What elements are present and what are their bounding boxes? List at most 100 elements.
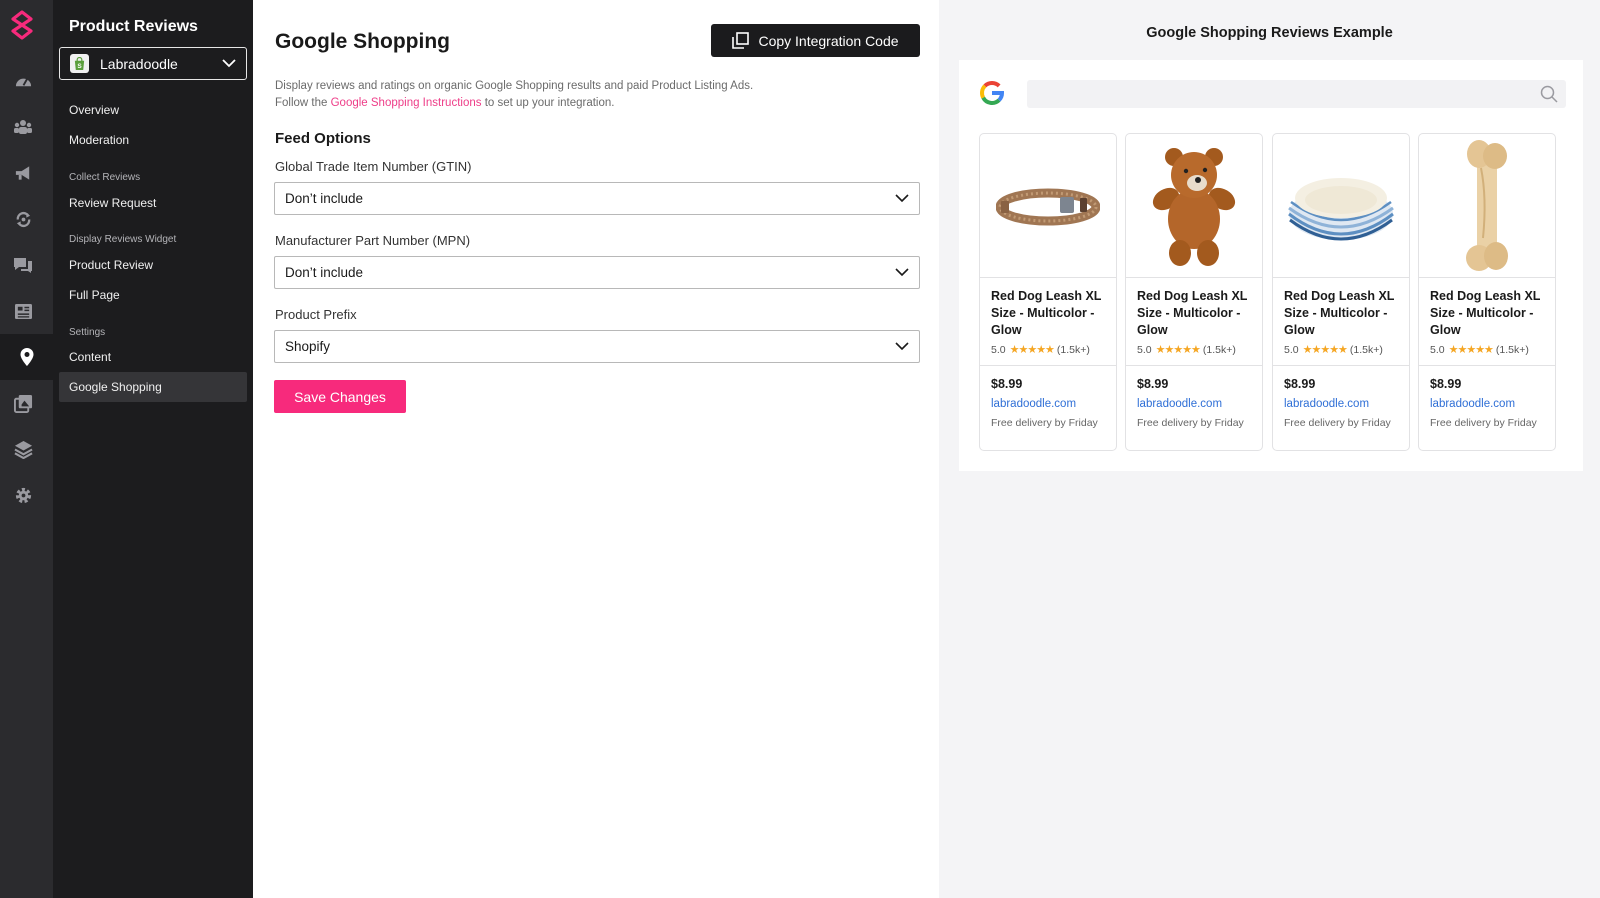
rating-count: (1.5k+) bbox=[1202, 343, 1236, 356]
sidebar-item-overview[interactable]: Overview bbox=[59, 95, 247, 125]
main-content: Google Shopping Copy Integration Code Di… bbox=[253, 0, 939, 898]
product-rating: 5.0 ★★★★★ (1.5k+) bbox=[1273, 339, 1409, 357]
rating-value: 5.0 bbox=[991, 343, 1006, 356]
product-rating: 5.0 ★★★★★ (1.5k+) bbox=[1126, 339, 1262, 357]
gtin-label: Global Trade Item Number (GTIN) bbox=[275, 159, 472, 174]
product-rating: 5.0 ★★★★★ (1.5k+) bbox=[980, 339, 1116, 357]
product-delivery: Free delivery by Friday bbox=[1430, 417, 1537, 429]
rating-value: 5.0 bbox=[1137, 343, 1152, 356]
rating-count: (1.5k+) bbox=[1495, 343, 1529, 356]
google-search-bar[interactable] bbox=[1027, 80, 1566, 108]
product-domain-link[interactable]: labradoodle.com bbox=[980, 391, 1116, 410]
preview-panel: Google Shopping Reviews Example Red Dog … bbox=[939, 0, 1600, 898]
gallery-icon[interactable] bbox=[12, 392, 34, 414]
page-description: Display reviews and ratings on organic G… bbox=[275, 78, 753, 112]
dashboard-icon[interactable] bbox=[12, 70, 34, 92]
rating-value: 5.0 bbox=[1430, 343, 1445, 356]
store-selector[interactable]: S Labradoodle bbox=[59, 47, 247, 80]
rating-count: (1.5k+) bbox=[1056, 343, 1090, 356]
settings-icon[interactable] bbox=[12, 484, 34, 506]
integrations-icon[interactable] bbox=[12, 438, 34, 460]
product-card[interactable]: Red Dog Leash XL Size - Multicolor - Glo… bbox=[1418, 133, 1556, 451]
product-name: Red Dog Leash XL Size - Multicolor - Glo… bbox=[1430, 289, 1541, 337]
copy-integration-code-button[interactable]: Copy Integration Code bbox=[711, 24, 920, 57]
preview-title: Google Shopping Reviews Example bbox=[1146, 25, 1393, 41]
description-suffix: to set up your integration. bbox=[481, 97, 615, 109]
product-name: Red Dog Leash XL Size - Multicolor - Glo… bbox=[1137, 289, 1248, 337]
store-name: Labradoodle bbox=[100, 55, 178, 72]
newsletter-icon[interactable] bbox=[12, 300, 34, 322]
star-rating-icon: ★★★★★ bbox=[1009, 344, 1055, 356]
customers-icon[interactable] bbox=[12, 116, 34, 138]
product-price: $8.99 bbox=[1430, 377, 1462, 391]
product-image-teddy-bear bbox=[1126, 134, 1262, 278]
shopify-bag-icon: S bbox=[70, 54, 89, 73]
product-image-pet-bed bbox=[1273, 134, 1409, 278]
google-logo-icon bbox=[980, 80, 1005, 105]
product-delivery: Free delivery by Friday bbox=[991, 417, 1098, 429]
product-price: $8.99 bbox=[991, 377, 1023, 391]
product-prefix-value: Shopify bbox=[285, 339, 331, 354]
sidebar-title: Product Reviews bbox=[69, 18, 198, 35]
mpn-value: Don’t include bbox=[285, 265, 364, 280]
copy-icon bbox=[732, 32, 750, 49]
description-line-1: Display reviews and ratings on organic G… bbox=[275, 80, 754, 92]
sidebar: Product Reviews S Labradoodle Overview M… bbox=[53, 0, 253, 898]
feed-options-title: Feed Options bbox=[275, 130, 371, 147]
svg-text:S: S bbox=[77, 63, 82, 70]
automation-icon[interactable] bbox=[12, 208, 34, 230]
chevron-down-icon bbox=[895, 268, 909, 277]
copy-button-label: Copy Integration Code bbox=[758, 32, 899, 49]
product-image-rawhide-bone bbox=[1419, 134, 1555, 278]
product-image-collar bbox=[980, 134, 1116, 278]
chevron-down-icon bbox=[895, 194, 909, 203]
sidebar-item-moderation[interactable]: Moderation bbox=[59, 125, 247, 155]
sidebar-item-review-request[interactable]: Review Request bbox=[59, 188, 247, 218]
mpn-select[interactable]: Don’t include bbox=[274, 256, 920, 289]
page-title: Google Shopping bbox=[275, 30, 450, 53]
product-card[interactable]: Red Dog Leash XL Size - Multicolor - Glo… bbox=[1125, 133, 1263, 451]
chat-reviews-icon[interactable] bbox=[12, 254, 34, 276]
app-logo-icon[interactable] bbox=[9, 10, 35, 40]
chevron-down-icon bbox=[222, 59, 236, 68]
product-rating: 5.0 ★★★★★ (1.5k+) bbox=[1419, 339, 1555, 357]
megaphone-icon[interactable] bbox=[12, 162, 34, 184]
product-prefix-select[interactable]: Shopify bbox=[274, 330, 920, 363]
icon-rail bbox=[0, 0, 53, 898]
product-card[interactable]: Red Dog Leash XL Size - Multicolor - Glo… bbox=[1272, 133, 1410, 451]
product-price: $8.99 bbox=[1284, 377, 1316, 391]
sidebar-item-content[interactable]: Content bbox=[59, 342, 247, 372]
rating-count: (1.5k+) bbox=[1349, 343, 1383, 356]
instructions-link[interactable]: Google Shopping Instructions bbox=[331, 97, 482, 109]
sidebar-item-product-review[interactable]: Product Review bbox=[59, 250, 247, 280]
sidebar-item-full-page[interactable]: Full Page bbox=[59, 280, 247, 310]
sidebar-group-display-widget: Display Reviews Widget bbox=[69, 234, 177, 245]
location-pin-icon[interactable] bbox=[0, 334, 53, 380]
star-rating-icon: ★★★★★ bbox=[1155, 344, 1201, 356]
gtin-select[interactable]: Don’t include bbox=[274, 182, 920, 215]
sidebar-group-collect-reviews: Collect Reviews bbox=[69, 172, 141, 183]
sidebar-item-google-shopping[interactable]: Google Shopping bbox=[59, 372, 247, 402]
product-name: Red Dog Leash XL Size - Multicolor - Glo… bbox=[1284, 289, 1395, 337]
product-delivery: Free delivery by Friday bbox=[1137, 417, 1244, 429]
product-card[interactable]: Red Dog Leash XL Size - Multicolor - Glo… bbox=[979, 133, 1117, 451]
product-domain-link[interactable]: labradoodle.com bbox=[1126, 391, 1262, 410]
description-prefix: Follow the bbox=[275, 97, 331, 109]
search-icon bbox=[1540, 85, 1558, 103]
rating-value: 5.0 bbox=[1284, 343, 1299, 356]
star-rating-icon: ★★★★★ bbox=[1302, 344, 1348, 356]
description-line-2: Follow the Google Shopping Instructions … bbox=[275, 95, 753, 112]
product-prefix-label: Product Prefix bbox=[275, 307, 357, 322]
chevron-down-icon bbox=[895, 342, 909, 351]
sidebar-group-settings: Settings bbox=[69, 327, 106, 338]
save-changes-button[interactable]: Save Changes bbox=[274, 380, 406, 413]
product-name: Red Dog Leash XL Size - Multicolor - Glo… bbox=[991, 289, 1102, 337]
product-domain-link[interactable]: labradoodle.com bbox=[1273, 391, 1409, 410]
gtin-value: Don’t include bbox=[285, 191, 364, 206]
product-domain-link[interactable]: labradoodle.com bbox=[1419, 391, 1555, 410]
product-price: $8.99 bbox=[1137, 377, 1169, 391]
product-delivery: Free delivery by Friday bbox=[1284, 417, 1391, 429]
google-shopping-preview: Red Dog Leash XL Size - Multicolor - Glo… bbox=[959, 60, 1583, 471]
star-rating-icon: ★★★★★ bbox=[1448, 344, 1494, 356]
mpn-label: Manufacturer Part Number (MPN) bbox=[275, 233, 471, 248]
